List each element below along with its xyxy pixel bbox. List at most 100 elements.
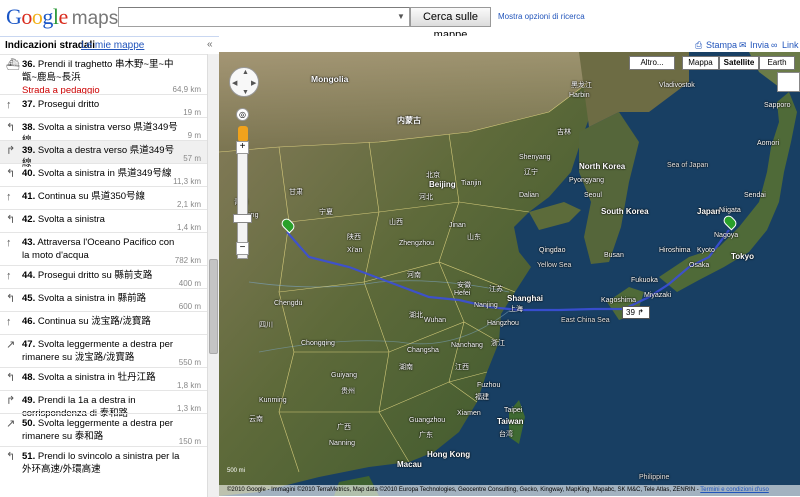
send-link[interactable]: Invia <box>750 40 769 50</box>
map-label: Chengdu <box>274 300 303 307</box>
step-distance: 11,3 km <box>173 177 201 186</box>
direction-step-text: 45. Svolta a sinistra in 縣前路 <box>22 292 182 305</box>
turn-arrow-icon: ↑ <box>6 270 12 282</box>
map-canvas[interactable]: Mongolia 内蒙古 Beijing 北京 Tianjin 河北 Jinan… <box>219 52 800 496</box>
show-search-options-link[interactable]: Mostra opzioni di ricerca <box>498 12 585 21</box>
logo-google: Google <box>6 4 68 29</box>
link-link[interactable]: Link <box>782 40 799 50</box>
map-label: 河南 <box>407 272 421 279</box>
step-instruction: Prosegui dritto <box>37 99 100 110</box>
step-distance: 64,9 km <box>172 85 201 94</box>
map-type-earth[interactable]: Earth <box>759 56 795 70</box>
direction-step[interactable]: ↰ 45. Svolta a sinistra in 縣前路 600 m <box>0 288 207 311</box>
step-marker-number: 39 <box>626 308 635 317</box>
direction-step[interactable]: ↰38. Svolta a sinistra verso 県道349号線9 m <box>0 117 207 146</box>
tab-my-maps[interactable]: Le mie mappe <box>81 40 144 51</box>
zoom-in-icon[interactable]: + <box>236 141 249 154</box>
direction-step[interactable]: ↗ 47. Svolta leggermente a destra per rim… <box>0 334 207 367</box>
search-dropdown-arrow-icon[interactable]: ▼ <box>393 8 409 26</box>
reset-view-icon[interactable]: ◎ <box>236 108 249 121</box>
direction-step-text: 51. Prendi lo svincolo a sinistra per la… <box>22 450 182 476</box>
map-label: 甘肃 <box>289 189 303 196</box>
email-icon[interactable]: ✉ <box>739 40 747 51</box>
map-label: East China Sea <box>561 317 610 324</box>
direction-step[interactable]: ↑ 43. Attraversa l'Oceano Pacifico con la… <box>0 232 207 265</box>
pan-down-icon[interactable]: ▼ <box>242 89 249 96</box>
map-label: 台湾 <box>499 431 513 438</box>
map-label: Kyoto <box>697 247 715 254</box>
direction-step[interactable]: ↑ 46. Continua su 泷宝路/泷寶路 <box>0 311 207 334</box>
step-distance: 1,8 km <box>176 381 201 390</box>
zoom-slider-knob[interactable] <box>233 214 252 223</box>
map-label: 江苏 <box>489 286 503 293</box>
overview-map-toggle[interactable] <box>777 72 800 92</box>
map-label: 山西 <box>389 219 403 226</box>
print-link[interactable]: Stampa <box>706 40 737 50</box>
map-type-map[interactable]: Mappa <box>682 56 719 70</box>
turn-right-icon: ↱ <box>637 308 644 317</box>
step-number: 47. <box>22 339 36 350</box>
collapse-sidebar-icon[interactable]: « <box>207 39 213 50</box>
map-type-satellite[interactable]: Satellite <box>719 56 759 70</box>
step-instruction: Svolta leggermente a destra per rimanere… <box>22 339 174 363</box>
step-instruction: Svolta a sinistra in 牡丹江路 <box>37 372 156 383</box>
pan-left-icon[interactable]: ◀ <box>232 79 237 87</box>
step-instruction: Prendi lo svincolo a sinistra per la 外环高… <box>22 451 180 475</box>
pan-control[interactable]: ▲ ◀ ▶ ▼ <box>229 67 259 97</box>
pan-up-icon[interactable]: ▲ <box>242 69 249 76</box>
more-button[interactable]: Altro... <box>629 56 675 70</box>
street-view-pegman-icon[interactable] <box>238 126 248 142</box>
direction-step[interactable]: ↑ 41. Continua su 県道350号線 2,1 km <box>0 186 207 209</box>
step-number: 46. <box>22 316 36 327</box>
step-number: 44. <box>22 270 36 281</box>
step-distance: 1,4 km <box>176 223 201 232</box>
map-label: Yellow Sea <box>537 262 572 269</box>
step-number: 37. <box>22 99 36 110</box>
direction-step[interactable]: ↑ 44. Prosegui dritto su 縣前支路 400 m <box>0 265 207 288</box>
map-label: Hong Kong <box>427 450 471 459</box>
pan-right-icon[interactable]: ▶ <box>251 79 256 87</box>
step-distance: 57 m <box>183 154 201 163</box>
step-distance: 150 m <box>178 437 201 446</box>
scrollbar-thumb[interactable] <box>209 259 218 354</box>
map-label: Hiroshima <box>659 247 691 254</box>
direction-step[interactable]: ↗ 50. Svolta leggermente a destra per rim… <box>0 413 207 446</box>
direction-step[interactable]: ↱ 49. Prendi la 1a a destra in corrispond… <box>0 390 207 419</box>
map-label: Osaka <box>689 262 710 269</box>
link-icon[interactable]: ∞ <box>771 40 777 50</box>
map-label: Xiamen <box>457 410 481 417</box>
direction-step[interactable]: ↰ 42. Svolta a sinistra 1,4 km <box>0 209 207 232</box>
map-label: 江西 <box>455 364 469 371</box>
terms-link[interactable]: Termini e condizioni d'uso <box>700 487 769 493</box>
sidebar-scrollbar[interactable] <box>207 54 219 497</box>
turn-arrow-icon: ↗ <box>6 339 16 351</box>
step-number: 51. <box>22 451 36 462</box>
direction-step[interactable]: ↰ 40. Svolta a sinistra in 県道349号線 11,3 km <box>0 163 207 186</box>
google-maps-logo[interactable]: Google maps <box>6 4 118 30</box>
step-instruction: Svolta a sinistra in 県道349号線 <box>37 168 172 179</box>
map-toolbar: ⎙ Stampa ✉ Invia ∞ Link <box>219 36 800 52</box>
map-label: Jinan <box>449 222 466 229</box>
direction-step-text: 44. Prosegui dritto su 縣前支路 <box>22 269 182 282</box>
direction-step[interactable]: ↰ 51. Prendi lo svincolo a sinistra per l… <box>0 446 207 475</box>
step-distance: 9 m <box>187 131 201 140</box>
step-marker[interactable]: 39 ↱ <box>622 306 650 319</box>
step-number: 40. <box>22 168 36 179</box>
print-icon[interactable]: ⎙ <box>695 40 702 51</box>
map-label: Mongolia <box>311 74 349 84</box>
map-label: 广西 <box>337 424 351 431</box>
turn-arrow-icon: ↑ <box>6 99 12 111</box>
map-label: 福建 <box>475 394 489 401</box>
direction-step[interactable]: ↑ 37. Prosegui dritto 19 m <box>0 94 207 117</box>
search-input[interactable]: ▼ <box>118 7 410 27</box>
direction-step[interactable]: ↱ 39. Svolta a destra verso 県道349号線 57 m <box>0 140 207 169</box>
map-label: Qingdao <box>539 247 566 254</box>
direction-step-text: 41. Continua su 県道350号線 <box>22 190 182 203</box>
map-label: 吉林 <box>557 129 571 136</box>
zoom-out-icon[interactable]: − <box>236 242 249 255</box>
direction-step[interactable]: ↰ 48. Svolta a sinistra in 牡丹江路 1,8 km <box>0 367 207 390</box>
map-label: Pyongyang <box>569 177 605 184</box>
search-button[interactable]: Cerca sulle mappe <box>410 7 491 41</box>
direction-step[interactable]: ⛴ 36. Prendi il traghetto 串木野~里~中甑~鹿島~長浜 S… <box>0 54 207 96</box>
map-label: Philippine <box>639 474 670 481</box>
